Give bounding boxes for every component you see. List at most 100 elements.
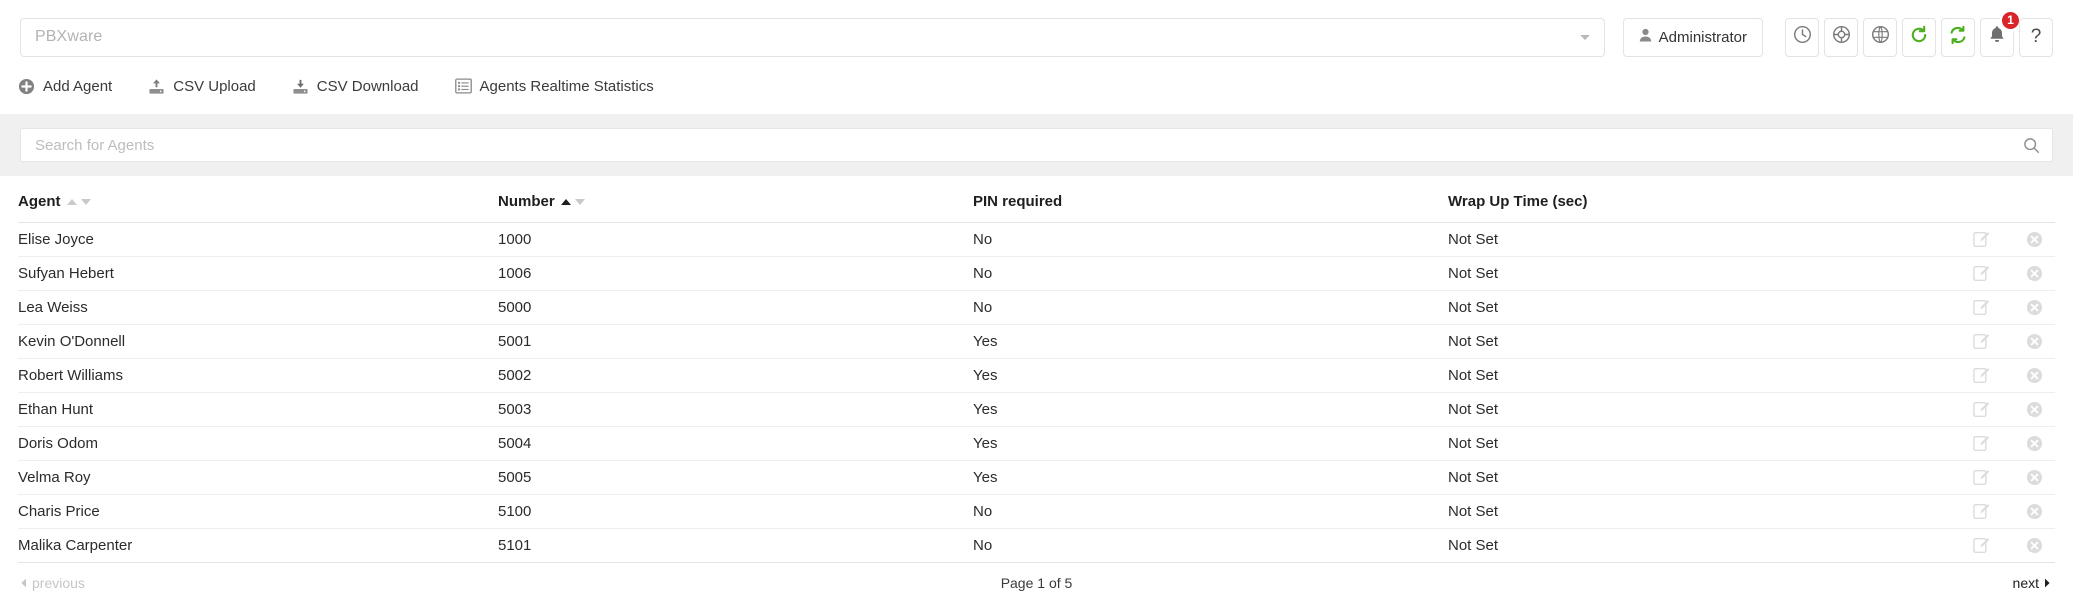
- plus-circle-icon: [18, 78, 35, 95]
- sync-icon-button[interactable]: [1941, 17, 1975, 57]
- edit-icon[interactable]: [1973, 537, 1990, 554]
- cell-wrap-up-time: Not Set: [1448, 256, 1930, 291]
- cell-pin-required: Yes: [973, 426, 1448, 461]
- cell-actions: [1930, 324, 2055, 359]
- edit-icon[interactable]: [1973, 401, 1990, 418]
- top-icon-group: 1 ?: [1785, 9, 2053, 57]
- cell-actions: [1930, 256, 2055, 291]
- delete-icon[interactable]: [2026, 537, 2043, 554]
- next-page-label: next: [2012, 575, 2039, 591]
- column-header-pin-required-label: PIN required: [973, 193, 1063, 210]
- edit-icon[interactable]: [1973, 503, 1990, 520]
- cell-wrap-up-time: Not Set: [1448, 528, 1930, 563]
- help-icon: ?: [2030, 26, 2042, 47]
- delete-icon[interactable]: [2026, 469, 2043, 486]
- table-body: Elise Joyce 1000 No Not Set Sufyan Hebert 100…: [18, 222, 2055, 563]
- csv-download-button[interactable]: CSV Download: [292, 78, 419, 95]
- table-row[interactable]: Doris Odom 5004 Yes Not Set: [18, 426, 2055, 461]
- column-header-agent-label: Agent: [18, 193, 61, 210]
- tenant-select-value: PBXware: [35, 28, 103, 45]
- csv-upload-label: CSV Upload: [173, 77, 256, 95]
- table-row[interactable]: Ethan Hunt 5003 Yes Not Set: [18, 392, 2055, 427]
- cell-wrap-up-time: Not Set: [1448, 392, 1930, 427]
- edit-icon[interactable]: [1973, 435, 1990, 452]
- cell-number: 5005: [498, 460, 973, 495]
- delete-icon[interactable]: [2026, 435, 2043, 452]
- agents-realtime-statistics-button[interactable]: Agents Realtime Statistics: [454, 77, 654, 95]
- edit-icon[interactable]: [1973, 265, 1990, 282]
- clock-icon-button[interactable]: [1785, 17, 1819, 57]
- table-row[interactable]: Malika Carpenter 5101 No Not Set: [18, 528, 2055, 563]
- table-row[interactable]: Sufyan Hebert 1006 No Not Set: [18, 256, 2055, 291]
- previous-page-label: previous: [32, 575, 85, 591]
- cell-pin-required: Yes: [973, 460, 1448, 495]
- chevron-down-icon: [1579, 34, 1590, 40]
- delete-icon[interactable]: [2026, 231, 2043, 248]
- pagination: previous Page 1 of 5 next: [0, 563, 2073, 591]
- help-button[interactable]: ?: [2019, 17, 2053, 57]
- column-header-number[interactable]: Number: [498, 176, 973, 223]
- notifications-button[interactable]: 1: [1980, 9, 2021, 57]
- cell-pin-required: Yes: [973, 358, 1448, 393]
- cell-wrap-up-time: Not Set: [1448, 290, 1930, 325]
- edit-icon[interactable]: [1973, 469, 1990, 486]
- delete-icon[interactable]: [2026, 333, 2043, 350]
- table-header-row: Agent Number PIN required Wrap Up Time (…: [18, 176, 2055, 223]
- edit-icon[interactable]: [1973, 367, 1990, 384]
- previous-page-button[interactable]: previous: [20, 575, 85, 591]
- table-row[interactable]: Charis Price 5100 No Not Set: [18, 494, 2055, 529]
- globe-icon-button[interactable]: [1863, 17, 1897, 57]
- search-band: [0, 114, 2073, 176]
- download-icon: [292, 78, 309, 95]
- add-agent-button[interactable]: Add Agent: [18, 78, 112, 95]
- column-header-agent[interactable]: Agent: [18, 176, 498, 223]
- table-row[interactable]: Elise Joyce 1000 No Not Set: [18, 222, 2055, 257]
- delete-icon[interactable]: [2026, 401, 2043, 418]
- edit-icon[interactable]: [1973, 231, 1990, 248]
- delete-icon[interactable]: [2026, 367, 2043, 384]
- sort-arrows-number[interactable]: [560, 198, 585, 205]
- agents-realtime-statistics-label: Agents Realtime Statistics: [479, 77, 654, 95]
- table-row[interactable]: Lea Weiss 5000 No Not Set: [18, 290, 2055, 325]
- csv-download-label: CSV Download: [316, 77, 419, 95]
- delete-icon[interactable]: [2026, 503, 2043, 520]
- edit-icon[interactable]: [1973, 333, 1990, 350]
- cell-wrap-up-time: Not Set: [1448, 222, 1930, 257]
- cell-number: 5001: [498, 324, 973, 359]
- next-page-button[interactable]: next: [2013, 575, 2051, 591]
- chevron-left-icon: [20, 575, 27, 591]
- search-icon[interactable]: [2023, 137, 2052, 154]
- table-row[interactable]: Velma Roy 5005 Yes Not Set: [18, 460, 2055, 495]
- refresh-icon-button[interactable]: [1902, 17, 1936, 57]
- edit-icon[interactable]: [1973, 299, 1990, 316]
- sort-asc-icon[interactable]: [66, 198, 77, 205]
- cell-number: 5100: [498, 494, 973, 529]
- cell-agent: Kevin O'Donnell: [18, 324, 498, 359]
- csv-upload-button[interactable]: CSV Upload: [148, 78, 256, 95]
- cell-number: 5003: [498, 392, 973, 427]
- cell-actions: [1930, 290, 2055, 325]
- column-header-actions: [1930, 176, 2055, 223]
- cell-pin-required: No: [973, 528, 1448, 563]
- table-row[interactable]: Kevin O'Donnell 5001 Yes Not Set: [18, 324, 2055, 359]
- cell-agent: Malika Carpenter: [18, 528, 498, 563]
- column-header-wrap-up-time: Wrap Up Time (sec): [1448, 176, 1930, 223]
- sort-desc-icon[interactable]: [80, 198, 91, 205]
- cell-number: 1000: [498, 222, 973, 257]
- cell-pin-required: No: [973, 494, 1448, 529]
- administrator-button[interactable]: Administrator: [1622, 17, 1763, 57]
- delete-icon[interactable]: [2026, 299, 2043, 316]
- tenant-select[interactable]: PBXware: [20, 17, 1605, 57]
- lifebuoy-icon-button[interactable]: [1824, 17, 1858, 57]
- cell-number: 1006: [498, 256, 973, 291]
- sort-asc-icon[interactable]: [560, 198, 571, 205]
- sort-desc-icon[interactable]: [574, 198, 585, 205]
- clock-icon: [1793, 25, 1812, 49]
- add-agent-label: Add Agent: [43, 77, 113, 95]
- table-row[interactable]: Robert Williams 5002 Yes Not Set: [18, 358, 2055, 393]
- cell-agent: Robert Williams: [18, 358, 498, 393]
- search-input[interactable]: [21, 136, 2023, 154]
- delete-icon[interactable]: [2026, 265, 2043, 282]
- search-container[interactable]: [20, 128, 2053, 162]
- sort-arrows-agent[interactable]: [66, 198, 91, 205]
